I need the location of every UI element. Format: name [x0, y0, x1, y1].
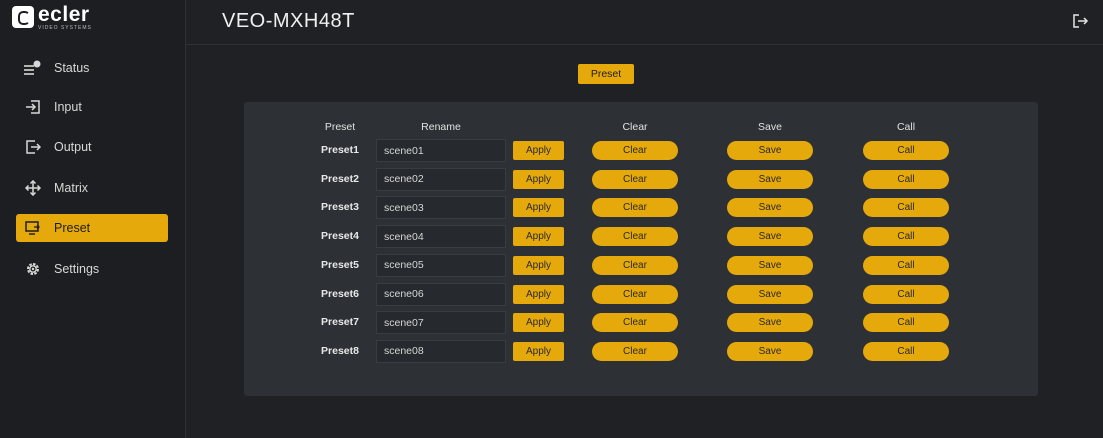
sidebar-item-label: Output [54, 140, 92, 154]
clear-button[interactable]: Clear [592, 198, 678, 218]
call-button[interactable]: Call [863, 284, 949, 304]
brand-logo: ecler VIDEO SYSTEMS [12, 4, 92, 30]
clear-button[interactable]: Clear [592, 141, 678, 160]
save-button[interactable]: Save [727, 284, 813, 304]
preset-label: Preset2 [321, 172, 359, 185]
save-button[interactable]: Save [727, 227, 813, 247]
clear-button[interactable]: Clear [592, 313, 678, 333]
apply-button[interactable]: Apply [513, 198, 564, 218]
table-row: Preset3 Apply Clear Save Call [244, 196, 1038, 220]
preset-label: Preset8 [321, 344, 359, 357]
preset-monitor-icon [22, 220, 44, 236]
apply-button[interactable]: Apply [513, 169, 564, 189]
sidebar-item-label: Matrix [54, 181, 89, 195]
sidebar-item-preset[interactable]: Preset [16, 214, 168, 242]
clear-button[interactable]: Clear [592, 227, 678, 247]
tab-preset[interactable]: Preset [578, 64, 634, 84]
move-arrows-icon [22, 180, 44, 196]
sidebar-item-status[interactable]: Status [16, 54, 168, 82]
preset-name-input[interactable] [376, 339, 506, 363]
sidebar-item-output[interactable]: Output [16, 133, 168, 161]
table-row: Preset2 Apply Clear Save Call [244, 167, 1038, 192]
save-button[interactable]: Save [727, 141, 813, 160]
table-row: Preset1 Apply Clear Save Call [244, 139, 1038, 163]
save-button[interactable]: Save [727, 313, 813, 333]
sidebar-item-matrix[interactable]: Matrix [16, 174, 168, 202]
sidebar: ecler VIDEO SYSTEMS Status Input Output … [0, 0, 186, 438]
preset-label: Preset7 [321, 316, 359, 329]
apply-button[interactable]: Apply [513, 284, 564, 304]
preset-label: Preset3 [321, 201, 359, 214]
preset-name-input[interactable] [376, 225, 506, 249]
clear-button[interactable]: Clear [592, 341, 678, 361]
apply-button[interactable]: Apply [513, 341, 564, 361]
apply-button[interactable]: Apply [513, 313, 564, 333]
sidebar-item-settings[interactable]: Settings [16, 255, 168, 283]
call-button[interactable]: Call [863, 198, 949, 218]
apply-button[interactable]: Apply [513, 255, 564, 275]
call-button[interactable]: Call [863, 341, 949, 361]
call-button[interactable]: Call [863, 255, 949, 275]
save-button[interactable]: Save [727, 198, 813, 218]
call-button[interactable]: Call [863, 169, 949, 189]
preset-name-input[interactable] [376, 311, 506, 335]
gear-icon [22, 261, 44, 277]
top-bar: VEO-MXH48T [186, 0, 1103, 45]
column-header-clear: Clear [622, 121, 648, 133]
brand-sub: VIDEO SYSTEMS [38, 24, 92, 31]
sidebar-item-label: Input [54, 100, 82, 114]
table-row: Preset4 Apply Clear Save Call [244, 225, 1038, 249]
call-button[interactable]: Call [863, 313, 949, 333]
preset-name-input[interactable] [376, 167, 506, 191]
preset-label: Preset1 [321, 144, 359, 156]
preset-label: Preset5 [321, 258, 359, 271]
column-header-rename: Rename [421, 121, 461, 133]
output-arrow-icon [22, 139, 44, 155]
table-row: Preset6 Apply Clear Save Call [244, 282, 1038, 307]
preset-label: Preset6 [321, 287, 359, 300]
call-button[interactable]: Call [863, 141, 949, 160]
clear-button[interactable]: Clear [592, 255, 678, 275]
preset-name-input[interactable] [376, 139, 506, 162]
preset-label: Preset4 [321, 230, 359, 243]
table-row: Preset8 Apply Clear Save Call [244, 339, 1038, 364]
clear-button[interactable]: Clear [592, 169, 678, 189]
sidebar-item-label: Settings [54, 262, 100, 276]
preset-name-input[interactable] [376, 253, 506, 277]
preset-table-panel: Preset Rename Clear Save Call Preset1 App… [244, 102, 1038, 396]
call-button[interactable]: Call [863, 227, 949, 247]
save-button[interactable]: Save [727, 255, 813, 275]
sidebar-item-label: Preset [54, 221, 91, 235]
page-title: VEO-MXH48T [222, 10, 355, 32]
column-header-call: Call [896, 121, 916, 133]
apply-button[interactable]: Apply [513, 141, 564, 160]
input-arrow-icon [22, 99, 44, 115]
preset-name-input[interactable] [376, 196, 506, 220]
sidebar-item-input[interactable]: Input [16, 93, 168, 121]
apply-button[interactable]: Apply [513, 227, 564, 247]
brand-name: ecler [38, 2, 90, 26]
sidebar-item-label: Status [54, 61, 90, 75]
save-button[interactable]: Save [727, 169, 813, 189]
status-list-icon [22, 60, 44, 76]
column-header-save: Save [758, 121, 782, 133]
preset-name-input[interactable] [376, 282, 506, 306]
ecler-logo-icon [12, 6, 34, 28]
table-row: Preset5 Apply Clear Save Call [244, 253, 1038, 278]
logout-icon[interactable] [1071, 12, 1089, 30]
column-header-preset: Preset [324, 121, 356, 133]
clear-button[interactable]: Clear [592, 284, 678, 304]
save-button[interactable]: Save [727, 341, 813, 361]
table-row: Preset7 Apply Clear Save Call [244, 311, 1038, 335]
